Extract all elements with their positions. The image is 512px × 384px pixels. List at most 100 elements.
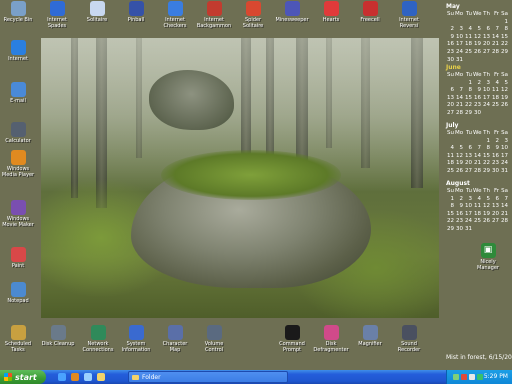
day-cell: 6 (486, 26, 491, 33)
left-shortcut[interactable]: Calculator (0, 122, 36, 144)
clock[interactable]: 5:29 PM (484, 373, 508, 380)
bottom-shortcut[interactable]: Volume Control (196, 325, 232, 353)
pinball-icon (128, 1, 144, 16)
shortcut-label: Disk Cleanup (41, 341, 75, 347)
security-tray-icon[interactable] (461, 374, 467, 380)
calendar-month: June Su Mo Tu We Th Fr Sa 1 2 3 4 5 6 7 8 9 10 11 12 13 14 15 1… (446, 64, 512, 118)
left-shortcut[interactable]: Internet (0, 40, 36, 62)
day-cell: 12 (501, 87, 508, 94)
top-shortcut[interactable]: Spider Solitaire (235, 1, 271, 29)
top-shortcut[interactable]: Hearts (313, 1, 349, 23)
bottom-shortcut[interactable]: Network Connections (80, 325, 116, 353)
day-cell: 22 (483, 160, 490, 167)
day-cell (473, 19, 482, 27)
start-button[interactable]: start (0, 370, 46, 384)
day-cell (491, 226, 500, 234)
day-cell: 21 (474, 160, 481, 167)
day-cell: 27 (483, 48, 490, 55)
reversi-icon (401, 1, 417, 16)
weekday-header: Th (483, 11, 490, 17)
taskbar-window-button[interactable]: Folder (128, 371, 288, 383)
desktop-quicklaunch-icon[interactable] (84, 373, 92, 381)
sound-recorder-icon (401, 325, 417, 340)
day-cell: 13 (465, 152, 472, 159)
left-shortcut[interactable]: Paint (0, 247, 36, 269)
volume-icon (206, 325, 222, 340)
left-shortcut[interactable]: Windows Movie Maker (0, 200, 36, 228)
manager-icon: ▣ (480, 243, 496, 258)
top-shortcut[interactable]: Recycle Bin (0, 1, 36, 23)
month-grid: Su Mo Tu We Th Fr Sa 1 2 3 4 5 6 7 8 9 10 11 12 13 14 15 16 17 1… (446, 72, 512, 118)
day-cell: 23 (474, 102, 481, 109)
day-cell: 23 (447, 48, 454, 55)
top-shortcut[interactable]: Internet Checkers (157, 1, 193, 29)
day-cell: 15 (483, 152, 490, 159)
day-cell: 2 (495, 137, 500, 144)
day-cell: 3 (504, 137, 509, 144)
day-cell: 10 (501, 145, 508, 152)
month-grid: Su Mo Tu We Th Fr Sa 1 2 3 4 5 6 7 8 9 10 11 12 13 14 15 16 17 1… (446, 11, 512, 64)
weekday-header: Su (447, 72, 454, 78)
calendar-month: August Su Mo Tu We Th Fr Sa 1 2 3 4 5 6 7 8 9 10 11 12 13 14 1… (446, 180, 512, 234)
weekday-header: Su (447, 11, 454, 17)
day-cell: 5 (477, 26, 482, 33)
bottom-shortcut[interactable]: Magnifier (352, 325, 388, 347)
bottom-shortcut[interactable]: Disk Defragmenter (313, 325, 349, 353)
weekday-header: Tu (465, 188, 472, 194)
left-shortcut[interactable]: Windows Media Player (0, 150, 36, 178)
heart-icon (323, 1, 339, 16)
top-shortcut[interactable]: Internet Backgammon (196, 1, 232, 29)
folder-icon (132, 374, 139, 380)
day-cell: 28 (456, 109, 463, 116)
top-shortcut[interactable]: Internet Reversi (391, 1, 427, 29)
volume-tray-icon[interactable] (469, 374, 475, 380)
day-cell: 15 (447, 210, 454, 217)
bottom-shortcut[interactable]: System Information (118, 325, 154, 353)
day-cell (464, 19, 473, 27)
bottom-shortcut[interactable]: Sound Recorder (391, 325, 427, 353)
weekday-header: Su (447, 130, 454, 136)
bottom-shortcut[interactable]: Command Prompt (274, 325, 310, 353)
weekday-header: We (473, 188, 482, 194)
day-cell: 22 (501, 41, 508, 48)
top-shortcut[interactable]: Minesweeper (274, 1, 310, 23)
messenger-tray-icon[interactable] (477, 374, 483, 380)
day-cell: 5 (504, 79, 509, 86)
top-shortcut[interactable]: Freecell (352, 1, 388, 23)
day-cell: 7 (495, 26, 500, 33)
ie-quicklaunch-icon[interactable] (58, 373, 66, 381)
left-shortcut[interactable]: Notepad (0, 282, 36, 304)
desktop[interactable]: Recycle Bin Internet Spades Solitaire Pinba… (0, 0, 512, 370)
shortcut-label: Command Prompt (279, 341, 305, 353)
network-tray-icon[interactable] (453, 374, 459, 380)
day-cell: 1 (486, 137, 491, 144)
day-cell: 8 (486, 145, 491, 152)
shortcut-label: Internet Spades (47, 17, 67, 29)
left-shortcut[interactable]: Scheduled Tasks (0, 325, 36, 353)
backgammon-icon (206, 1, 222, 16)
window-title: Folder (142, 373, 161, 381)
top-shortcut[interactable]: Internet Spades (39, 1, 75, 29)
day-cell: 13 (483, 33, 490, 40)
folder-quicklaunch-icon[interactable] (97, 373, 105, 381)
bottom-shortcut[interactable]: Character Map (157, 325, 193, 353)
day-cell (455, 19, 464, 27)
weekday-header: Tu (465, 72, 472, 78)
day-cell: 31 (501, 167, 508, 174)
bottom-shortcut[interactable]: Disk Cleanup (40, 325, 76, 347)
shortcut-label: Internet (8, 56, 28, 62)
top-shortcut[interactable]: Solitaire (79, 1, 115, 23)
shortcut-label: Internet Reversi (399, 17, 419, 29)
left-shortcut[interactable]: E-mail (0, 82, 36, 104)
day-cell: 7 (477, 145, 482, 152)
checkers-icon (167, 1, 183, 16)
nicely-manager-shortcut[interactable]: ▣ Nicely Manager (470, 243, 506, 271)
day-cell (446, 19, 455, 27)
media-quicklaunch-icon[interactable] (71, 373, 79, 381)
day-cell (473, 138, 482, 146)
shortcut-label: Volume Control (204, 341, 224, 353)
month-grid: Su Mo Tu We Th Fr Sa 1 2 3 4 5 6 7 8 9 10 11 12 13 14 15 16 17 1… (446, 188, 512, 234)
disk-cleanup-icon (50, 325, 66, 340)
top-shortcut[interactable]: Pinball (118, 1, 154, 23)
day-cell: 10 (483, 87, 490, 94)
